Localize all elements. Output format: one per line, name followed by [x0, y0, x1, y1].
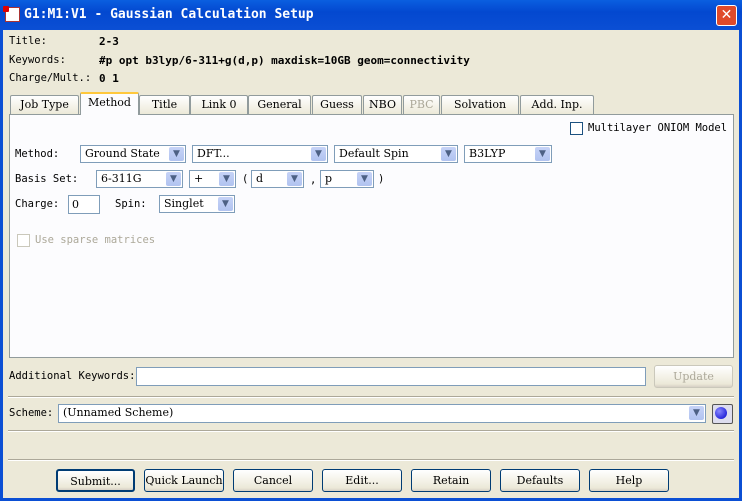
- spin-select[interactable]: Singlet ▼: [159, 195, 235, 213]
- method-label: Method:: [15, 148, 60, 160]
- update-button: Update: [654, 365, 733, 388]
- tab-solvation[interactable]: Solvation: [441, 95, 519, 114]
- defaults-button[interactable]: Defaults: [500, 469, 580, 492]
- state-select[interactable]: Ground State ▼: [80, 145, 186, 163]
- spin-mode-select[interactable]: Default Spin ▼: [334, 145, 458, 163]
- retain-button[interactable]: Retain: [411, 469, 491, 492]
- spin-value: Singlet: [164, 197, 204, 210]
- comma: ,: [310, 174, 317, 186]
- edit-button[interactable]: Edit...: [322, 469, 402, 492]
- close-button[interactable]: ✕: [716, 5, 737, 26]
- cancel-button[interactable]: Cancel: [233, 469, 313, 492]
- chevron-down-icon: ▼: [357, 172, 372, 186]
- window-title: G1:M1:V1 - Gaussian Calculation Setup: [24, 7, 314, 22]
- separator: [8, 396, 734, 398]
- diffuse-value: +: [194, 172, 204, 185]
- additional-keywords-label: Additional Keywords:: [9, 370, 136, 382]
- chevron-down-icon: ▼: [219, 172, 234, 186]
- tab-nbo[interactable]: NBO: [363, 95, 402, 114]
- open-paren: (: [242, 173, 249, 185]
- quick-launch-button[interactable]: Quick Launch: [144, 469, 224, 492]
- submit-button[interactable]: Submit...: [56, 469, 135, 492]
- functional-select[interactable]: B3LYP ▼: [464, 145, 552, 163]
- title-label: Title:: [9, 35, 47, 47]
- tab-link0[interactable]: Link 0: [190, 95, 248, 114]
- tab-add-inp[interactable]: Add. Inp.: [520, 95, 594, 114]
- scheme-select[interactable]: (Unnamed Scheme) ▼: [58, 404, 706, 423]
- state-value: Ground State: [85, 147, 160, 160]
- functional-value: B3LYP: [469, 147, 506, 160]
- chevron-down-icon: ▼: [166, 172, 181, 186]
- tab-job-type[interactable]: Job Type: [10, 95, 79, 114]
- chevron-down-icon: ▼: [311, 147, 326, 161]
- spin-label: Spin:: [115, 198, 147, 210]
- charge-label: Charge:: [15, 198, 60, 210]
- method-type-select[interactable]: DFT... ▼: [192, 145, 328, 163]
- basis-label: Basis Set:: [15, 173, 79, 185]
- close-paren: ): [378, 173, 385, 185]
- chevron-down-icon: ▼: [169, 147, 184, 161]
- basis-select[interactable]: 6-311G ▼: [96, 170, 183, 188]
- chevron-down-icon: ▼: [689, 406, 704, 420]
- chevron-down-icon: ▼: [441, 147, 456, 161]
- help-button[interactable]: Help: [589, 469, 669, 492]
- globe-icon: [715, 407, 727, 419]
- basis-value: 6-311G: [101, 172, 142, 185]
- polarization-heavy-select[interactable]: d ▼: [251, 170, 304, 188]
- polarization-h-value: p: [325, 172, 333, 185]
- spin-mode-value: Default Spin: [339, 147, 409, 160]
- scheme-manager-button[interactable]: [712, 404, 733, 424]
- polarization-heavy-value: d: [256, 172, 264, 185]
- scheme-label: Scheme:: [9, 407, 54, 419]
- separator: [8, 430, 734, 432]
- additional-keywords-input[interactable]: [136, 367, 646, 386]
- tab-method[interactable]: Method: [80, 92, 139, 115]
- keywords-label: Keywords:: [9, 54, 66, 66]
- tab-pbc: PBC: [403, 95, 440, 114]
- sparse-label: Use sparse matrices: [35, 234, 156, 246]
- oniom-label: Multilayer ONIOM Model: [588, 122, 728, 134]
- tab-title[interactable]: Title: [139, 95, 190, 114]
- separator: [8, 459, 734, 461]
- scheme-value: (Unnamed Scheme): [63, 406, 174, 419]
- oniom-checkbox[interactable]: [570, 122, 583, 135]
- sparse-checkbox: [17, 234, 30, 247]
- charge-input[interactable]: 0: [68, 195, 100, 214]
- charge-mult-value: 0 1: [99, 72, 119, 85]
- title-bar: G1:M1:V1 - Gaussian Calculation Setup: [0, 0, 742, 30]
- keywords-value: #p opt b3lyp/6-311+g(d,p) maxdisk=10GB g…: [99, 54, 470, 67]
- diffuse-select[interactable]: + ▼: [189, 170, 236, 188]
- chevron-down-icon: ▼: [535, 147, 550, 161]
- title-value: 2-3: [99, 35, 119, 48]
- tab-guess[interactable]: Guess: [312, 95, 362, 114]
- app-icon: [3, 6, 20, 22]
- method-type-value: DFT...: [197, 147, 230, 160]
- tab-general[interactable]: General: [248, 95, 311, 114]
- chevron-down-icon: ▼: [287, 172, 302, 186]
- chevron-down-icon: ▼: [218, 197, 233, 211]
- charge-mult-label: Charge/Mult.:: [9, 72, 92, 84]
- polarization-h-select[interactable]: p ▼: [320, 170, 374, 188]
